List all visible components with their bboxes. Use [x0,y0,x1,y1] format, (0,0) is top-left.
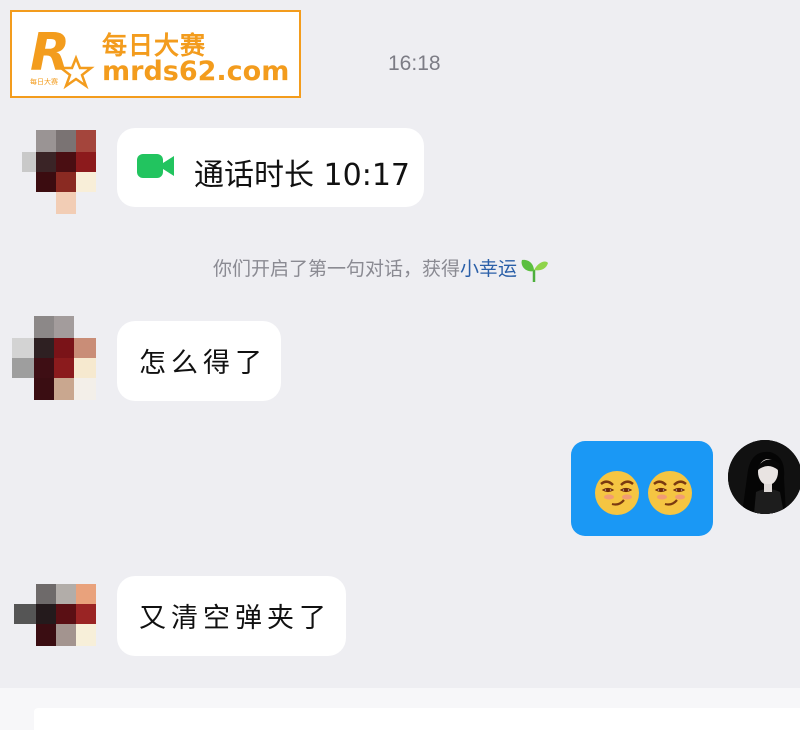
message-text: 又清空弹夹了 [139,603,331,634]
system-notice-text: 你们开启了第一句对话，获得 [213,258,461,280]
message-input[interactable] [34,708,800,730]
video-camera-icon [137,154,174,178]
outgoing-emoji-bubble[interactable] [571,441,713,536]
incoming-message-bubble[interactable]: 怎么得了 [117,321,281,401]
brand-logo-icon: R 每日大赛 [30,23,95,90]
contact-avatar[interactable] [12,316,98,402]
sprout-icon [521,259,549,282]
contact-avatar[interactable] [22,130,98,214]
call-duration-bubble[interactable]: 通话时长 10:17 [117,128,424,207]
avatar-portrait-icon [728,440,800,514]
message-text: 怎么得了 [139,348,267,379]
self-avatar[interactable] [728,440,800,514]
watermark-url: mrds62.com [102,56,290,87]
smirk-emoji-icon [595,471,639,515]
chat-timestamp: 16:18 [388,52,441,75]
call-duration-text: 通话时长 10:17 [194,158,410,193]
smirk-emoji-icon [648,471,692,515]
watermark-banner: R 每日大赛 每日大赛 mrds62.com [10,10,301,98]
contact-avatar[interactable] [14,584,98,648]
system-notice: 你们开启了第一句对话，获得小幸运 [213,254,549,283]
logo-tag: 每日大赛 [30,77,58,86]
logo-letter: R [30,23,70,83]
lucky-link[interactable]: 小幸运 [460,258,517,280]
incoming-message-bubble[interactable]: 又清空弹夹了 [117,576,346,656]
